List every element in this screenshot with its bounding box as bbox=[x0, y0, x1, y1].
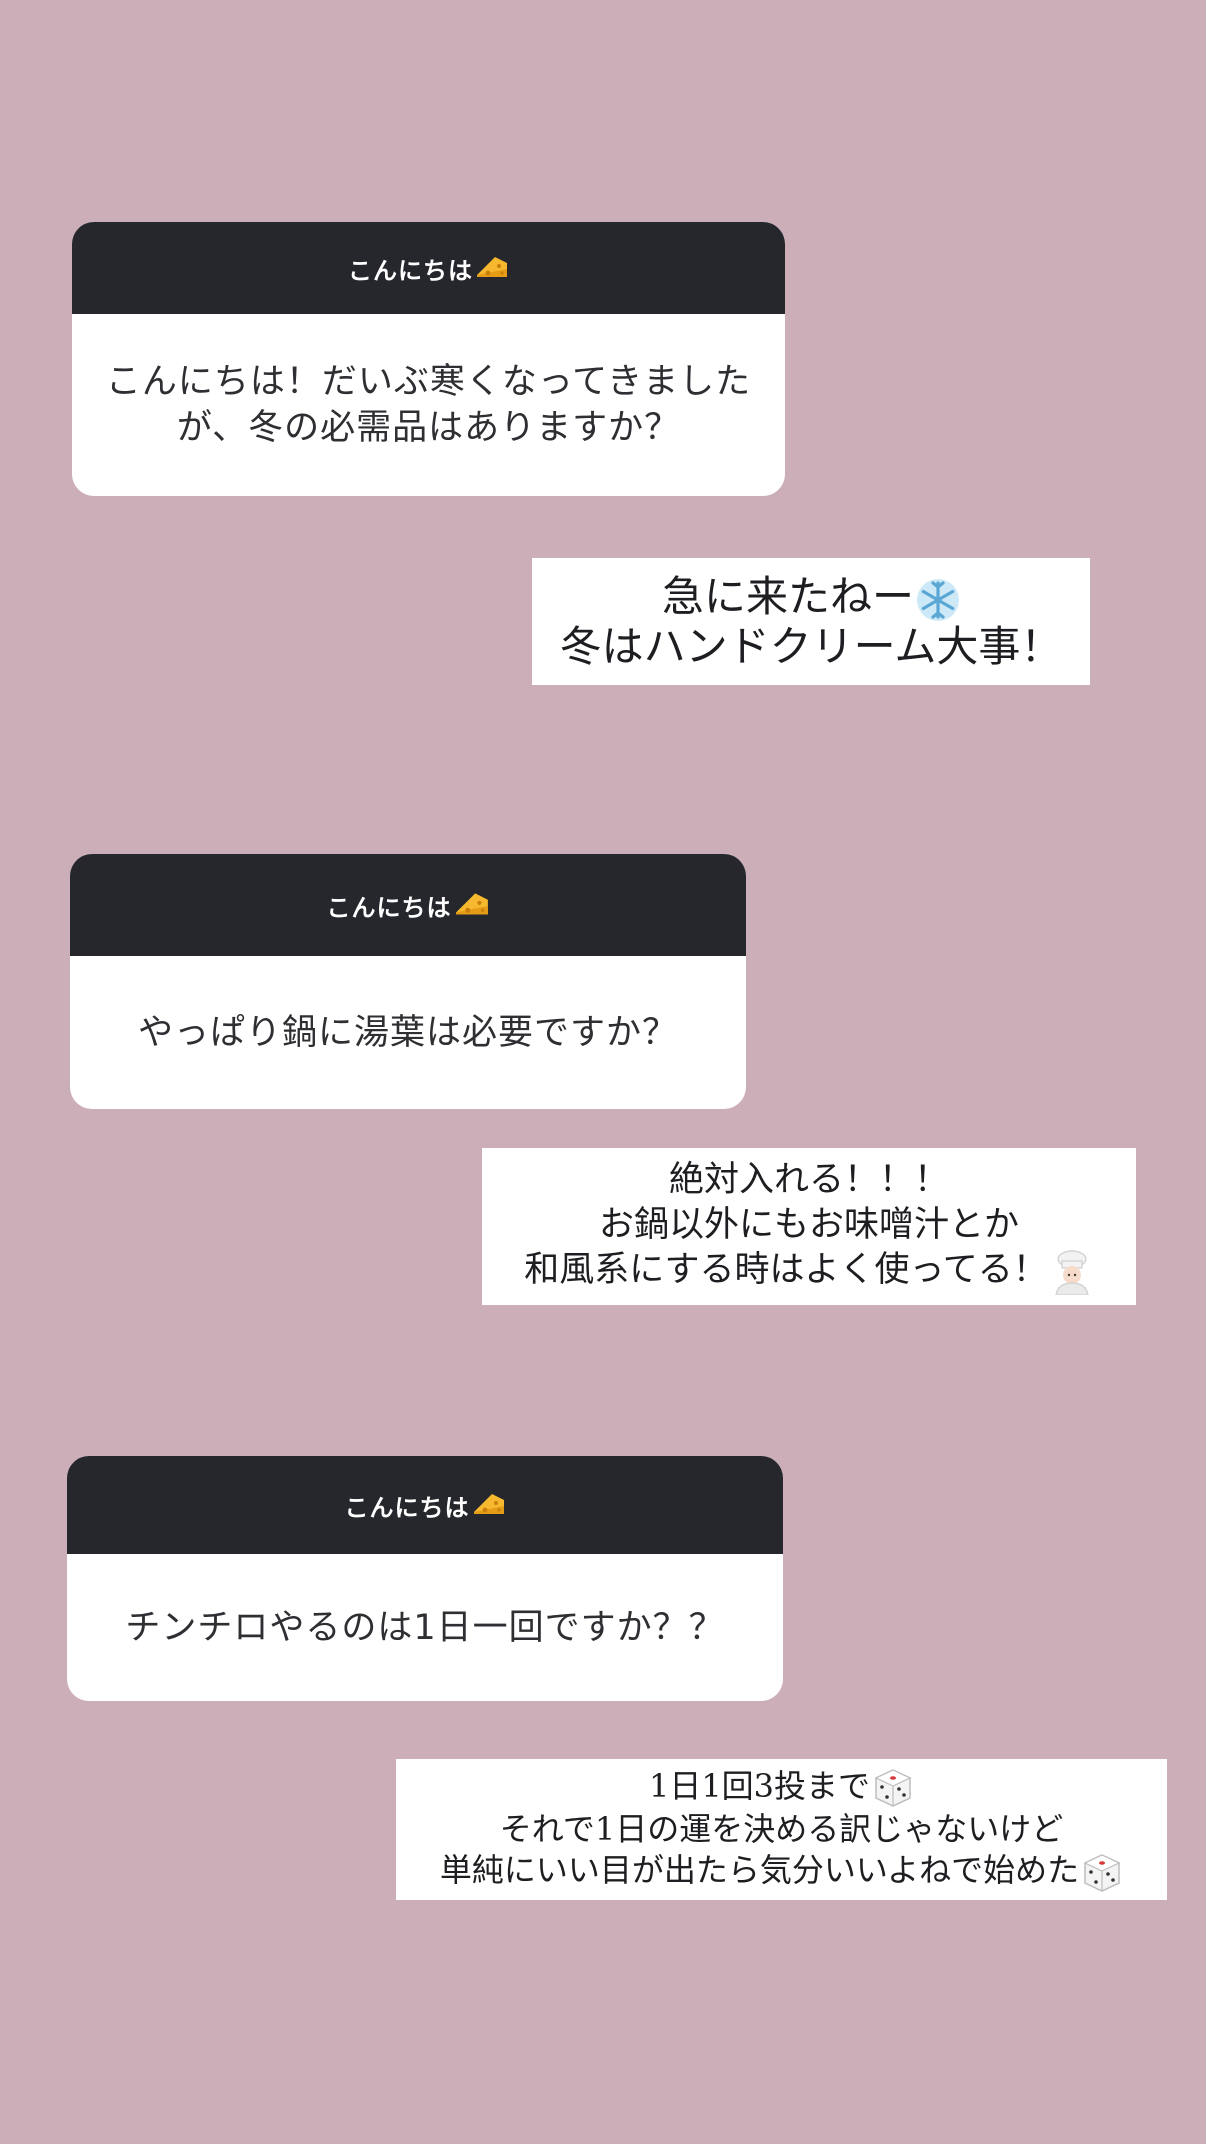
answer-text: 絶対入れる！！！ bbox=[668, 1160, 949, 1201]
answer-text: それで1日の運を決める訳じゃないけど bbox=[499, 1810, 1064, 1848]
question-card-header: こんにちは bbox=[72, 222, 785, 314]
answer-text: 急に来たねー bbox=[661, 571, 914, 621]
answer-text: 冬はハンドクリーム大事！ bbox=[559, 621, 1063, 671]
dice-icon bbox=[874, 1769, 912, 1807]
question-text-line: やっぱり鍋に湯葉は必要ですか？ bbox=[137, 1012, 678, 1053]
dice-icon bbox=[1083, 1853, 1121, 1892]
cheese-icon bbox=[455, 893, 488, 915]
answer-box-1: 急に来たねー 冬はハンドクリーム大事！ bbox=[532, 558, 1090, 685]
question-text-line: チンチロやるのは1日一回ですか？？ bbox=[125, 1607, 725, 1648]
question-card-body: チンチロやるのは1日一回ですか？？ bbox=[67, 1554, 783, 1701]
answer-text: 和風系にする時はよく使ってる！ bbox=[524, 1250, 1048, 1291]
answer-text: 1日1回3投まで bbox=[648, 1766, 871, 1805]
answer-text-line: 急に来たねー bbox=[662, 572, 960, 622]
answer-box-3: 1日1回3投まで それで1日の運を決める訳じゃないけど 単純にいい目が出たら気分… bbox=[396, 1759, 1167, 1900]
answer-text-line: 和風系にする時はよく使ってる！ bbox=[524, 1248, 1094, 1295]
question-card-title: こんにちは bbox=[344, 1493, 470, 1522]
answer-text-line: 1日1回3投まで bbox=[649, 1766, 914, 1810]
question-card-2: こんにちは やっぱり鍋に湯葉は必要ですか？ bbox=[70, 854, 746, 1109]
answer-text: お鍋以外にもお味噌汁とか bbox=[598, 1205, 1019, 1246]
answer-text-line: 単純にいい目が出たら気分いいよねで始めた bbox=[440, 1850, 1123, 1894]
cheese-icon bbox=[477, 257, 507, 277]
question-card-1: こんにちは こんにちは！だいぶ寒くなってきました が、冬の必需品はありますか？ bbox=[72, 222, 785, 496]
snowflake-icon bbox=[917, 578, 959, 621]
answer-text: 単純にいい目が出たら気分いいよねで始めた bbox=[439, 1851, 1080, 1889]
question-card-body: やっぱり鍋に湯葉は必要ですか？ bbox=[70, 956, 746, 1109]
question-card-title: こんにちは bbox=[326, 893, 452, 922]
question-text-line: こんにちは！だいぶ寒くなってきました bbox=[105, 362, 752, 402]
question-card-body: こんにちは！だいぶ寒くなってきました が、冬の必需品はありますか？ bbox=[72, 314, 785, 496]
question-card-header: こんにちは bbox=[70, 854, 746, 956]
cook-icon bbox=[1055, 1250, 1089, 1295]
question-text-line: が、冬の必需品はありますか？ bbox=[176, 408, 681, 448]
question-card-3: こんにちは チンチロやるのは1日一回ですか？？ bbox=[67, 1456, 783, 1701]
question-card-title: こんにちは bbox=[348, 256, 473, 285]
question-card-header: こんにちは bbox=[67, 1456, 783, 1554]
answer-box-2: 絶対入れる！！！ お鍋以外にもお味噌汁とか 和風系にする時はよく使ってる！ bbox=[482, 1148, 1136, 1305]
cheese-icon bbox=[473, 1494, 504, 1514]
